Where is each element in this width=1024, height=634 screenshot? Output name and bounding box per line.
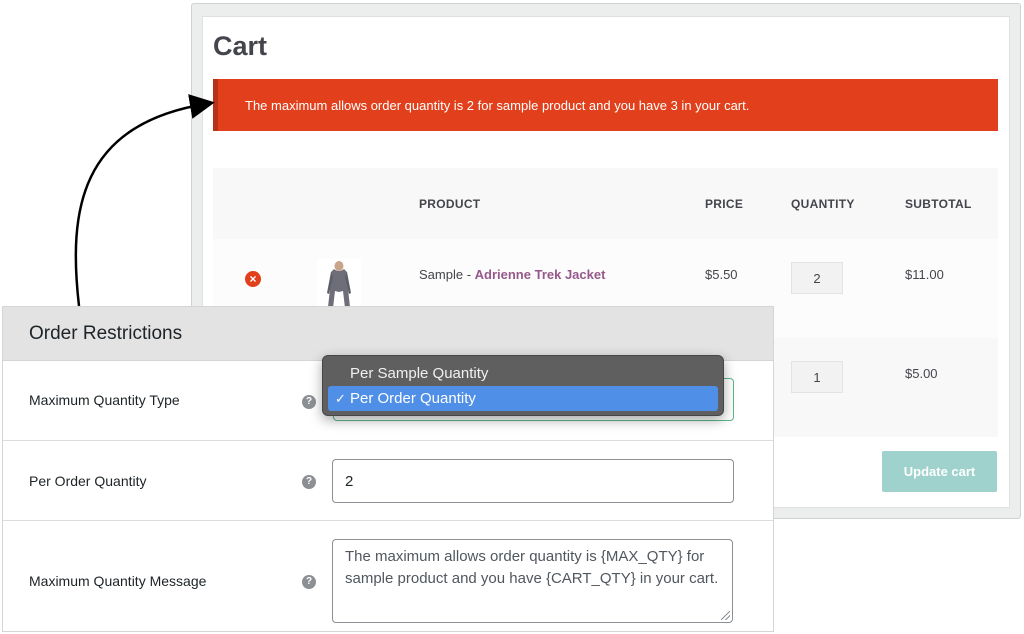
stage: Cart The maximum allows order quantity i… [0, 0, 1024, 634]
input-value: 2 [345, 472, 354, 490]
option-label: Per Order Quantity [350, 390, 476, 407]
row-maximum-quantity-message: Maximum Quantity Message ? The maximum a… [3, 521, 773, 631]
help-icon[interactable]: ? [302, 475, 316, 489]
quantity-message-textarea[interactable]: The maximum allows order quantity is {MA… [332, 539, 733, 623]
resize-handle[interactable] [721, 611, 730, 620]
field-label: Maximum Quantity Message [29, 573, 207, 589]
per-order-quantity-input[interactable]: 2 [332, 459, 734, 503]
option-per-order-quantity[interactable]: ✓ Per Order Quantity [328, 386, 718, 411]
field-label: Maximum Quantity Type [29, 392, 180, 408]
option-per-sample-quantity[interactable]: Per Sample Quantity [328, 361, 718, 386]
option-label: Per Sample Quantity [350, 365, 489, 382]
panel-title: Order Restrictions [3, 307, 773, 361]
field-label: Per Order Quantity [29, 473, 147, 489]
checkmark-icon: ✓ [335, 390, 346, 406]
quantity-type-dropdown-menu: Per Sample Quantity ✓ Per Order Quantity [322, 355, 724, 416]
help-icon[interactable]: ? [302, 575, 316, 589]
textarea-value: The maximum allows order quantity is {MA… [345, 548, 719, 587]
help-icon[interactable]: ? [302, 395, 316, 409]
panel-title-text: Order Restrictions [29, 322, 183, 344]
row-per-order-quantity: Per Order Quantity ? 2 [3, 441, 773, 521]
